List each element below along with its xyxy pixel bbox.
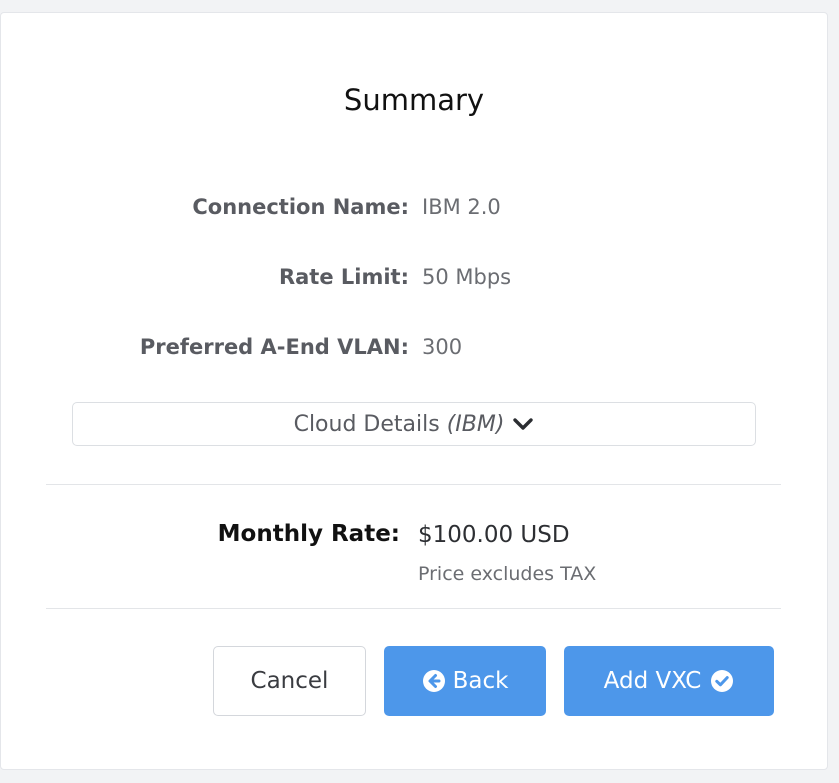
vlan-label: Preferred A-End VLAN: [139, 335, 409, 359]
connection-name-row: Connection Name: IBM 2.0 [1, 195, 829, 225]
chevron-down-icon [512, 416, 534, 432]
page-title: Summary [343, 83, 485, 117]
add-vxc-button-label: Add VXC [603, 668, 702, 694]
monthly-rate-value: $100.00 USD [418, 522, 570, 548]
cancel-button[interactable]: Cancel [213, 646, 366, 716]
arrow-left-circle-icon [422, 669, 446, 693]
cloud-provider-label: (IBM) [446, 411, 505, 437]
connection-name-value: IBM 2.0 [422, 195, 501, 219]
price-note: Price excludes TAX [418, 563, 597, 585]
rate-limit-label: Rate Limit: [278, 265, 409, 289]
cloud-details-toggle[interactable]: Cloud Details (IBM) [72, 402, 756, 446]
rate-limit-row: Rate Limit: 50 Mbps [1, 265, 829, 295]
vlan-value: 300 [422, 335, 463, 359]
check-circle-icon [710, 669, 734, 693]
back-button-label: Back [452, 668, 509, 694]
monthly-rate-label: Monthly Rate: [217, 521, 400, 547]
connection-name-label: Connection Name: [192, 195, 409, 219]
back-button[interactable]: Back [384, 646, 546, 716]
cancel-button-label: Cancel [250, 668, 329, 694]
add-vxc-button[interactable]: Add VXC [564, 646, 774, 716]
divider [46, 608, 781, 609]
rate-limit-value: 50 Mbps [422, 265, 512, 289]
cloud-details-label: Cloud Details [293, 411, 440, 437]
vlan-row: Preferred A-End VLAN: 300 [1, 335, 829, 365]
summary-card: Summary Connection Name: IBM 2.0 Rate Li… [0, 12, 828, 770]
divider [46, 484, 781, 485]
